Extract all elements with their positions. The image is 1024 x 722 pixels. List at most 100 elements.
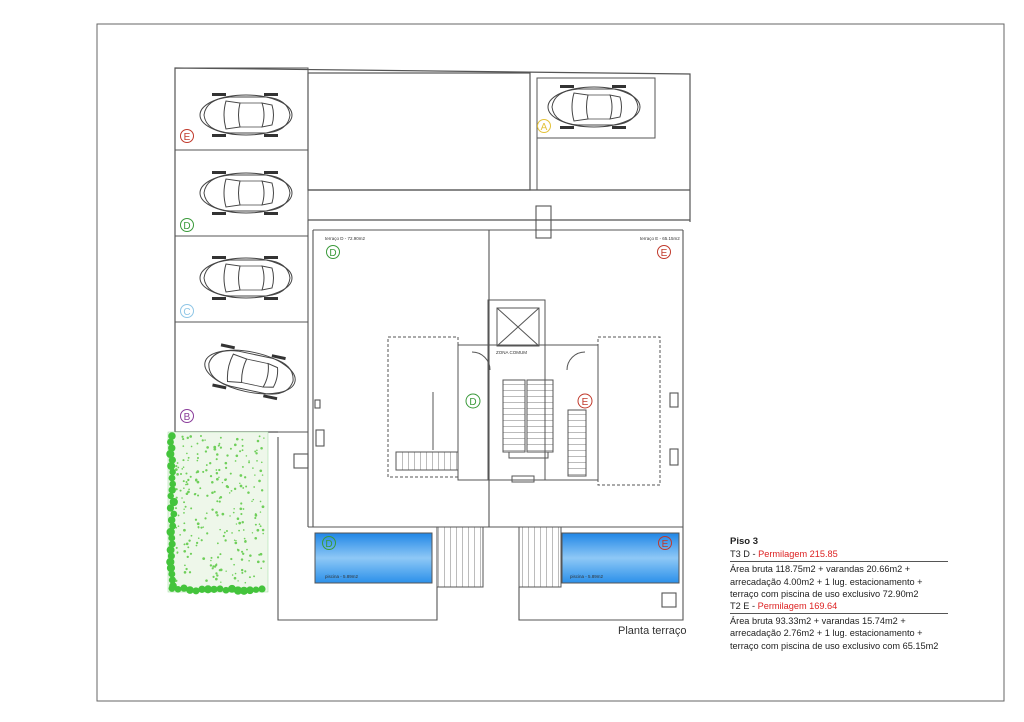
garden-speck	[196, 442, 199, 445]
garden-speck	[187, 478, 190, 482]
hedge-shrub	[167, 462, 176, 470]
unit-permilagem: Permilagem 215.85	[758, 549, 838, 560]
garden-speck	[196, 494, 200, 497]
garden-speck	[215, 471, 219, 475]
car-icon	[199, 170, 293, 216]
garden-speck	[235, 437, 239, 441]
garden-speck	[226, 454, 229, 457]
garden-speck	[216, 556, 220, 559]
garden-speck	[219, 446, 223, 449]
garden-speck	[254, 514, 258, 517]
garden-speck	[195, 479, 198, 482]
garden-speck	[245, 455, 248, 457]
core-block	[387, 299, 661, 486]
garden-speck	[211, 508, 214, 511]
terrace-d-label: terraço D - 72.90m2	[325, 236, 366, 241]
garden-speck	[190, 507, 193, 510]
garden-speck	[235, 539, 237, 542]
garden-speck	[219, 568, 223, 572]
garden-speck	[260, 567, 263, 570]
garden-speck	[224, 461, 228, 465]
garden-speck	[261, 474, 264, 476]
core-label: ZONA COMUM	[496, 350, 527, 355]
parking-mark-label: B	[184, 412, 191, 423]
garden-speck	[221, 512, 225, 516]
garden-speck	[258, 479, 261, 483]
hedge-shrub	[168, 432, 176, 440]
garden-speck	[195, 541, 199, 545]
hedge-shrub	[258, 585, 266, 593]
garden-speck	[190, 445, 193, 448]
garden-speck	[262, 560, 265, 563]
garden-speck	[254, 516, 257, 520]
garden	[166, 431, 269, 595]
garden-speck	[183, 487, 185, 489]
garden-speck	[239, 507, 243, 511]
legend-floor: Piso 3	[730, 536, 758, 547]
unit-line: terraço com piscina de uso exclusivo com…	[730, 640, 939, 651]
garden-speck	[200, 539, 203, 542]
garden-speck	[182, 480, 185, 483]
garden-speck	[224, 539, 227, 542]
garden-speck	[234, 572, 237, 575]
garden-speck	[254, 523, 257, 526]
garden-speck	[216, 514, 219, 517]
garden-speck	[216, 574, 219, 577]
drawing-title: Planta terraço	[618, 625, 687, 637]
garden-speck	[258, 435, 261, 438]
garden-speck	[215, 511, 218, 514]
core-e-mark: E	[582, 397, 589, 408]
pool-d-label: piscina - 5.89m2	[325, 574, 359, 579]
garden-speck	[240, 502, 243, 505]
garden-speck	[183, 508, 185, 510]
garden-speck	[240, 558, 244, 561]
garden-speck	[179, 489, 182, 492]
garden-speck	[241, 465, 244, 468]
pool-e-mark: E	[662, 539, 669, 550]
parking-mark-label: D	[183, 221, 190, 232]
unit-line: Área bruta 93.33m2 + varandas 15.74m2 +	[730, 616, 906, 627]
garden-speck	[247, 491, 250, 494]
garden-speck	[183, 543, 186, 546]
garden-speck	[179, 533, 181, 536]
garden-speck	[188, 488, 190, 491]
garden-speck	[259, 500, 262, 503]
garden-speck	[189, 552, 193, 555]
garden-speck	[241, 438, 244, 441]
garden-speck	[231, 574, 234, 576]
unit-name: T3 D -	[730, 549, 759, 560]
garden-speck	[216, 453, 219, 456]
garden-speck	[244, 570, 247, 573]
garden-speck	[181, 435, 184, 438]
garden-speck	[219, 495, 223, 499]
garden-speck	[240, 512, 243, 516]
garden-speck	[209, 474, 213, 478]
garden-speck	[215, 458, 218, 461]
garden-speck	[248, 559, 250, 562]
garden-speck	[225, 478, 227, 481]
garden-speck	[194, 493, 197, 495]
garden-speck	[187, 546, 190, 549]
garden-speck	[239, 482, 241, 485]
garden-speck	[241, 449, 244, 452]
garden-speck	[218, 468, 221, 472]
garden-speck	[219, 528, 221, 531]
garden-speck	[197, 537, 200, 539]
garden-speck	[206, 532, 209, 535]
garden-speck	[259, 469, 263, 473]
garden-speck	[189, 435, 192, 438]
garden-speck	[196, 459, 199, 462]
garden-speck	[261, 528, 265, 532]
garden-speck	[176, 462, 179, 464]
garden-speck	[216, 500, 219, 503]
garden-speck	[233, 576, 237, 580]
garden-speck	[217, 445, 220, 447]
garden-speck	[176, 552, 179, 554]
garden-speck	[210, 556, 213, 559]
garden-speck	[175, 526, 178, 529]
garden-speck	[188, 571, 192, 574]
terrace-e-mark: E	[661, 248, 668, 259]
garden-speck	[182, 466, 185, 468]
garden-speck	[243, 476, 247, 479]
garden-speck	[259, 525, 262, 528]
